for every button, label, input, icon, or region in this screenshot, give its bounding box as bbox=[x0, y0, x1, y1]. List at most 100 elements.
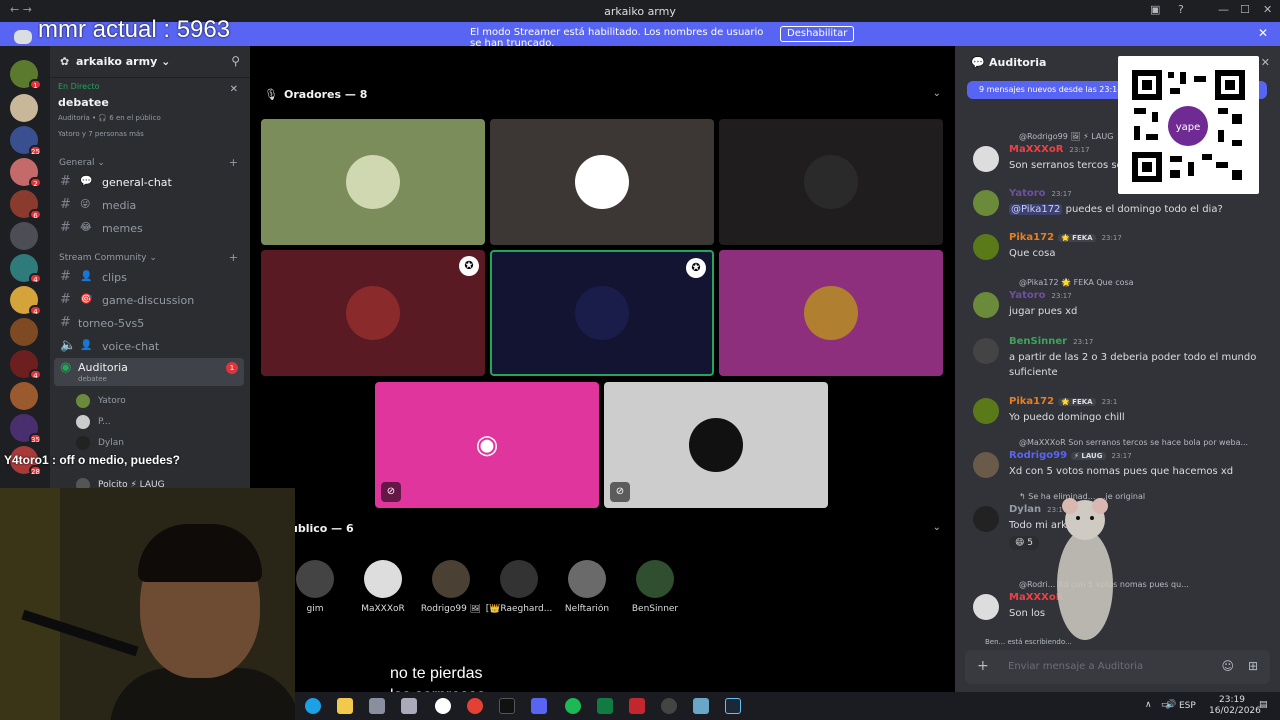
channel-media[interactable]: # 😜 media bbox=[54, 195, 244, 215]
reply-preview[interactable]: @MaXXXoR Son serranos tercos se hace bol… bbox=[1019, 438, 1269, 447]
discord-icon[interactable] bbox=[531, 698, 547, 714]
author-name[interactable]: Pika172 bbox=[1009, 232, 1054, 243]
steam-icon[interactable] bbox=[725, 698, 741, 714]
audience-member[interactable]: MaXXXoR bbox=[348, 560, 418, 614]
channel-auditoria[interactable]: ◉ Auditoria debatee 1 bbox=[54, 358, 244, 386]
message-author[interactable]: Yatoro 23:17 bbox=[1009, 290, 1072, 301]
user-mention[interactable]: @Pika172 bbox=[1009, 204, 1063, 215]
server-icon[interactable] bbox=[10, 382, 38, 410]
category-stream-community[interactable]: Stream Community ⌄ bbox=[59, 253, 157, 263]
server-icon[interactable]: 1 bbox=[10, 60, 42, 90]
maximize-button[interactable]: ☐ bbox=[1240, 3, 1250, 16]
volume-icon[interactable]: 🔊 bbox=[1165, 700, 1176, 710]
avatar[interactable] bbox=[973, 338, 999, 364]
excel-icon[interactable] bbox=[597, 698, 613, 714]
message-author[interactable]: Pika172 🌟 FEKA 23:17 bbox=[1009, 232, 1122, 243]
message-author[interactable]: MaXXXoR 23:17 bbox=[1009, 144, 1090, 155]
inbox-icon[interactable]: ▣ bbox=[1150, 3, 1160, 16]
author-name[interactable]: Rodrigo99 bbox=[1009, 450, 1067, 461]
channel-game-discussion[interactable]: # 🎯 game-discussion bbox=[54, 290, 244, 310]
avatar[interactable] bbox=[973, 506, 999, 532]
reply-preview[interactable]: @Pika172 🌟 FEKA Que cosa bbox=[1019, 278, 1269, 287]
edge-icon[interactable] bbox=[305, 698, 321, 714]
channel-general-chat[interactable]: # 💬 general-chat bbox=[54, 172, 244, 192]
speaker-tile[interactable]: ✪ bbox=[261, 250, 485, 376]
avatar[interactable] bbox=[973, 146, 999, 172]
avatar[interactable] bbox=[973, 234, 999, 260]
server-icon[interactable]: 6 bbox=[10, 190, 42, 220]
tray-chevron-icon[interactable]: ∧ bbox=[1145, 700, 1152, 710]
close-icon[interactable]: ✕ bbox=[1261, 56, 1270, 69]
help-icon[interactable]: ? bbox=[1178, 3, 1184, 16]
audience-member[interactable]: BenSinner bbox=[620, 560, 690, 614]
notifications-icon[interactable]: ▤ bbox=[1259, 700, 1268, 710]
chrome-icon[interactable] bbox=[467, 698, 483, 714]
speaker-tile[interactable] bbox=[261, 119, 485, 245]
category-general[interactable]: General ⌄ bbox=[59, 158, 105, 168]
author-name[interactable]: Pika172 bbox=[1009, 396, 1054, 407]
message-author[interactable]: Rodrigo99 ⚡ LAUG 23:17 bbox=[1009, 450, 1132, 461]
server-icon[interactable]: 4 bbox=[10, 350, 42, 380]
message-author[interactable]: BenSinner 23:17 bbox=[1009, 336, 1093, 347]
speaker-tile[interactable] bbox=[719, 250, 943, 376]
chat-message[interactable]: Pika172 🌟 FEKA 23:1 Yo puedo domingo chill bbox=[965, 396, 1270, 436]
channel-torneo-5vs5[interactable]: # torneo-5vs5 bbox=[54, 313, 244, 333]
app-icon[interactable] bbox=[401, 698, 417, 714]
language-indicator[interactable]: ESP bbox=[1179, 701, 1196, 711]
app-icon[interactable] bbox=[629, 698, 645, 714]
chevron-down-icon[interactable]: ⌄ bbox=[933, 522, 941, 533]
author-name[interactable]: Dylan bbox=[1009, 504, 1041, 515]
speaker-tile[interactable] bbox=[719, 119, 943, 245]
chevron-down-icon[interactable]: ⌄ bbox=[933, 88, 941, 99]
channel-memes[interactable]: # 😂 memes bbox=[54, 218, 244, 238]
spotify-icon[interactable] bbox=[565, 698, 581, 714]
server-icon[interactable] bbox=[10, 318, 38, 346]
audience-member[interactable]: Nelftarión bbox=[552, 560, 622, 614]
app-icon[interactable] bbox=[661, 698, 677, 714]
server-header[interactable]: ✿ arkaiko army ⌄ ⚲ bbox=[50, 46, 250, 78]
server-icon[interactable]: 2 bbox=[10, 158, 42, 188]
live-event-card[interactable]: En Directo debatee Auditoría • 🎧 6 en el… bbox=[58, 82, 242, 146]
avatar[interactable] bbox=[973, 292, 999, 318]
audience-member[interactable]: Rodrigo99 🖼 bbox=[416, 560, 486, 614]
server-icon[interactable]: 35 bbox=[10, 414, 42, 444]
avatar[interactable] bbox=[973, 190, 999, 216]
clock-date[interactable]: 16/02/2026 bbox=[1209, 706, 1261, 716]
server-icon[interactable]: 4 bbox=[10, 254, 42, 284]
channel-voice-chat[interactable]: 🔈 👤 voice-chat bbox=[54, 336, 244, 356]
add-channel-icon[interactable]: + bbox=[229, 251, 238, 264]
apps-icon[interactable]: ⊞ bbox=[1248, 659, 1258, 673]
app-icon[interactable] bbox=[693, 698, 709, 714]
emoji-icon[interactable]: ☺ bbox=[1221, 659, 1234, 673]
close-window-button[interactable]: ✕ bbox=[1263, 3, 1272, 16]
obs-icon[interactable] bbox=[435, 698, 451, 714]
add-attachment-icon[interactable]: + bbox=[977, 658, 989, 674]
clock-time[interactable]: 23:19 bbox=[1219, 695, 1245, 705]
speaker-tile[interactable]: ⊘ bbox=[604, 382, 828, 508]
reaction-chip[interactable]: 😄 5 bbox=[1009, 536, 1039, 550]
server-icon[interactable] bbox=[10, 222, 38, 250]
message-author[interactable]: Pika172 🌟 FEKA 23:1 bbox=[1009, 396, 1117, 407]
author-name[interactable]: Yatoro bbox=[1009, 290, 1046, 301]
server-icon[interactable]: 25 bbox=[10, 126, 42, 156]
avatar[interactable] bbox=[973, 452, 999, 478]
avatar[interactable] bbox=[973, 594, 999, 620]
close-icon[interactable]: ✕ bbox=[230, 84, 238, 95]
speaker-tile[interactable] bbox=[490, 119, 714, 245]
minimize-button[interactable]: — bbox=[1218, 3, 1229, 16]
server-icon[interactable]: 4 bbox=[10, 286, 42, 316]
app-icon[interactable] bbox=[369, 698, 385, 714]
message-author[interactable]: Yatoro 23:17 bbox=[1009, 188, 1072, 199]
discord-home-icon[interactable] bbox=[14, 30, 32, 44]
channel-clips[interactable]: # 👤 clips bbox=[54, 267, 244, 287]
audience-member[interactable]: [👑Raeghard... bbox=[484, 560, 554, 614]
author-name[interactable]: BenSinner bbox=[1009, 336, 1067, 347]
speaker-tile[interactable]: ◉ ⊘ bbox=[375, 382, 599, 508]
author-name[interactable]: MaXXXoR bbox=[1009, 144, 1063, 155]
file-explorer-icon[interactable] bbox=[337, 698, 353, 714]
server-icon[interactable] bbox=[10, 94, 38, 122]
add-channel-icon[interactable]: + bbox=[229, 156, 238, 169]
invite-icon[interactable]: ⚲ bbox=[231, 54, 240, 68]
speaker-tile[interactable]: ✪ bbox=[490, 250, 714, 376]
close-icon[interactable]: ✕ bbox=[1258, 26, 1268, 40]
